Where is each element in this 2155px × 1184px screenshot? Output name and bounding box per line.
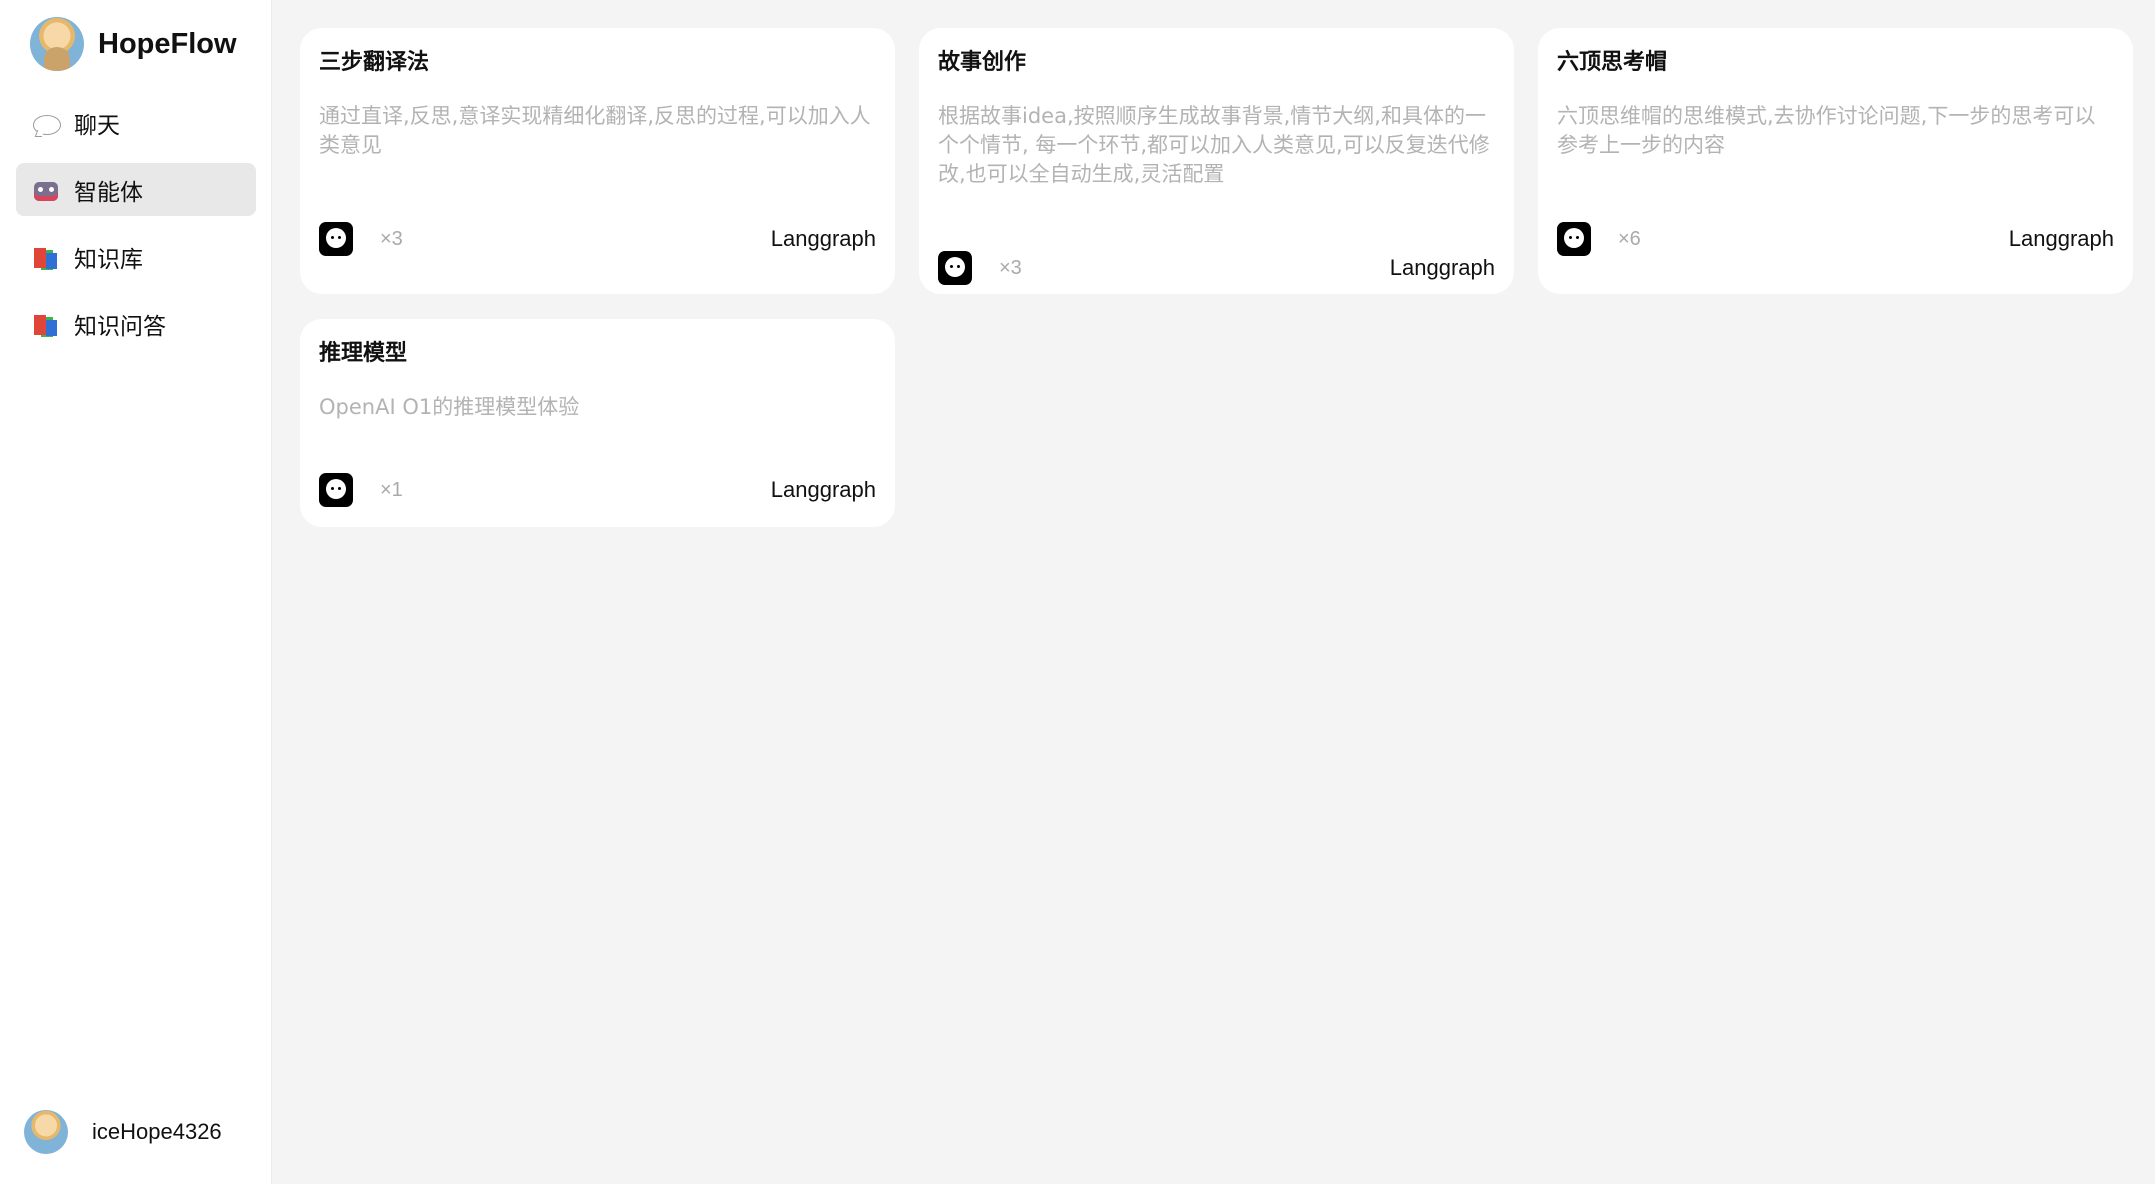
app-root: HopeFlow 聊天 智能体 知识库 知识问答 iceHope4326 三步翻… — [0, 0, 2155, 1184]
agent-card-tag: Langgraph — [770, 477, 876, 502]
sidebar-item-label: 知识问答 — [74, 313, 166, 340]
brand[interactable]: HopeFlow — [30, 16, 237, 72]
brand-logo-avatar — [30, 17, 84, 71]
agent-card-description: 六顶思维帽的思维模式,去协作讨论问题,下一步的思考可以参考上一步的内容 — [1557, 104, 2096, 157]
agent-card[interactable]: 六顶思考帽 六顶思维帽的思维模式,去协作讨论问题,下一步的思考可以参考上一步的内… — [1538, 28, 2133, 294]
agent-face-icon — [938, 251, 972, 285]
agent-card-title: 推理模型 — [319, 341, 408, 366]
sidebar-item-chat[interactable]: 聊天 — [16, 96, 256, 149]
agent-face-icon — [319, 222, 353, 256]
agent-card-description: 根据故事idea,按照顺序生成故事背景,情节大纲,和具体的一个个情节, 每一个环… — [938, 104, 1490, 186]
agent-face-icon — [1557, 222, 1591, 256]
books-icon — [32, 310, 60, 338]
agent-card[interactable]: 三步翻译法 通过直译,反思,意译实现精细化翻译,反思的过程,可以加入人类意见 ×… — [300, 28, 895, 294]
agent-card-description: 通过直译,反思,意译实现精细化翻译,反思的过程,可以加入人类意见 — [319, 104, 871, 157]
agent-count: ×3 — [380, 227, 403, 250]
agent-card-footer: ×1 Langgraph — [319, 473, 876, 507]
agent-card-description: OpenAI O1的推理模型体验 — [319, 395, 580, 419]
agent-count: ×6 — [1618, 227, 1641, 250]
agent-face-icon — [319, 473, 353, 507]
agent-card[interactable]: 故事创作 根据故事idea,按照顺序生成故事背景,情节大纲,和具体的一个个情节,… — [919, 28, 1514, 294]
user-name: iceHope4326 — [92, 1119, 222, 1144]
brand-name: HopeFlow — [98, 27, 237, 60]
agent-card-footer: ×3 Langgraph — [938, 251, 1495, 285]
avatar — [24, 1110, 68, 1154]
sidebar-item-label: 知识库 — [74, 246, 143, 273]
agent-card-tag: Langgraph — [770, 226, 876, 251]
sidebar-item-knowledge-base[interactable]: 知识库 — [16, 230, 256, 283]
agent-count: ×3 — [999, 256, 1022, 279]
agent-card-footer: ×6 Langgraph — [1557, 222, 2114, 256]
user-profile[interactable]: iceHope4326 — [24, 1110, 222, 1154]
sidebar-item-label: 聊天 — [74, 112, 120, 139]
books-icon — [32, 243, 60, 271]
sidebar: HopeFlow 聊天 智能体 知识库 知识问答 iceHope4326 — [0, 0, 272, 1184]
chat-bubble-icon — [32, 109, 61, 137]
agent-card[interactable]: 推理模型 OpenAI O1的推理模型体验 ×1 Langgraph — [300, 319, 895, 527]
agent-card-title: 三步翻译法 — [319, 50, 430, 75]
agent-card-tag: Langgraph — [2008, 226, 2114, 251]
agent-card-tag: Langgraph — [1389, 255, 1495, 280]
sidebar-item-agents[interactable]: 智能体 — [16, 163, 256, 216]
robot-icon — [32, 176, 60, 204]
agent-card-title: 六顶思考帽 — [1557, 50, 1668, 75]
sidebar-nav: 聊天 智能体 知识库 知识问答 — [16, 96, 256, 364]
agent-count: ×1 — [380, 478, 403, 501]
sidebar-item-knowledge-qa[interactable]: 知识问答 — [16, 297, 256, 350]
agent-card-footer: ×3 Langgraph — [319, 222, 876, 256]
agent-card-title: 故事创作 — [938, 50, 1027, 75]
sidebar-item-label: 智能体 — [74, 179, 143, 206]
